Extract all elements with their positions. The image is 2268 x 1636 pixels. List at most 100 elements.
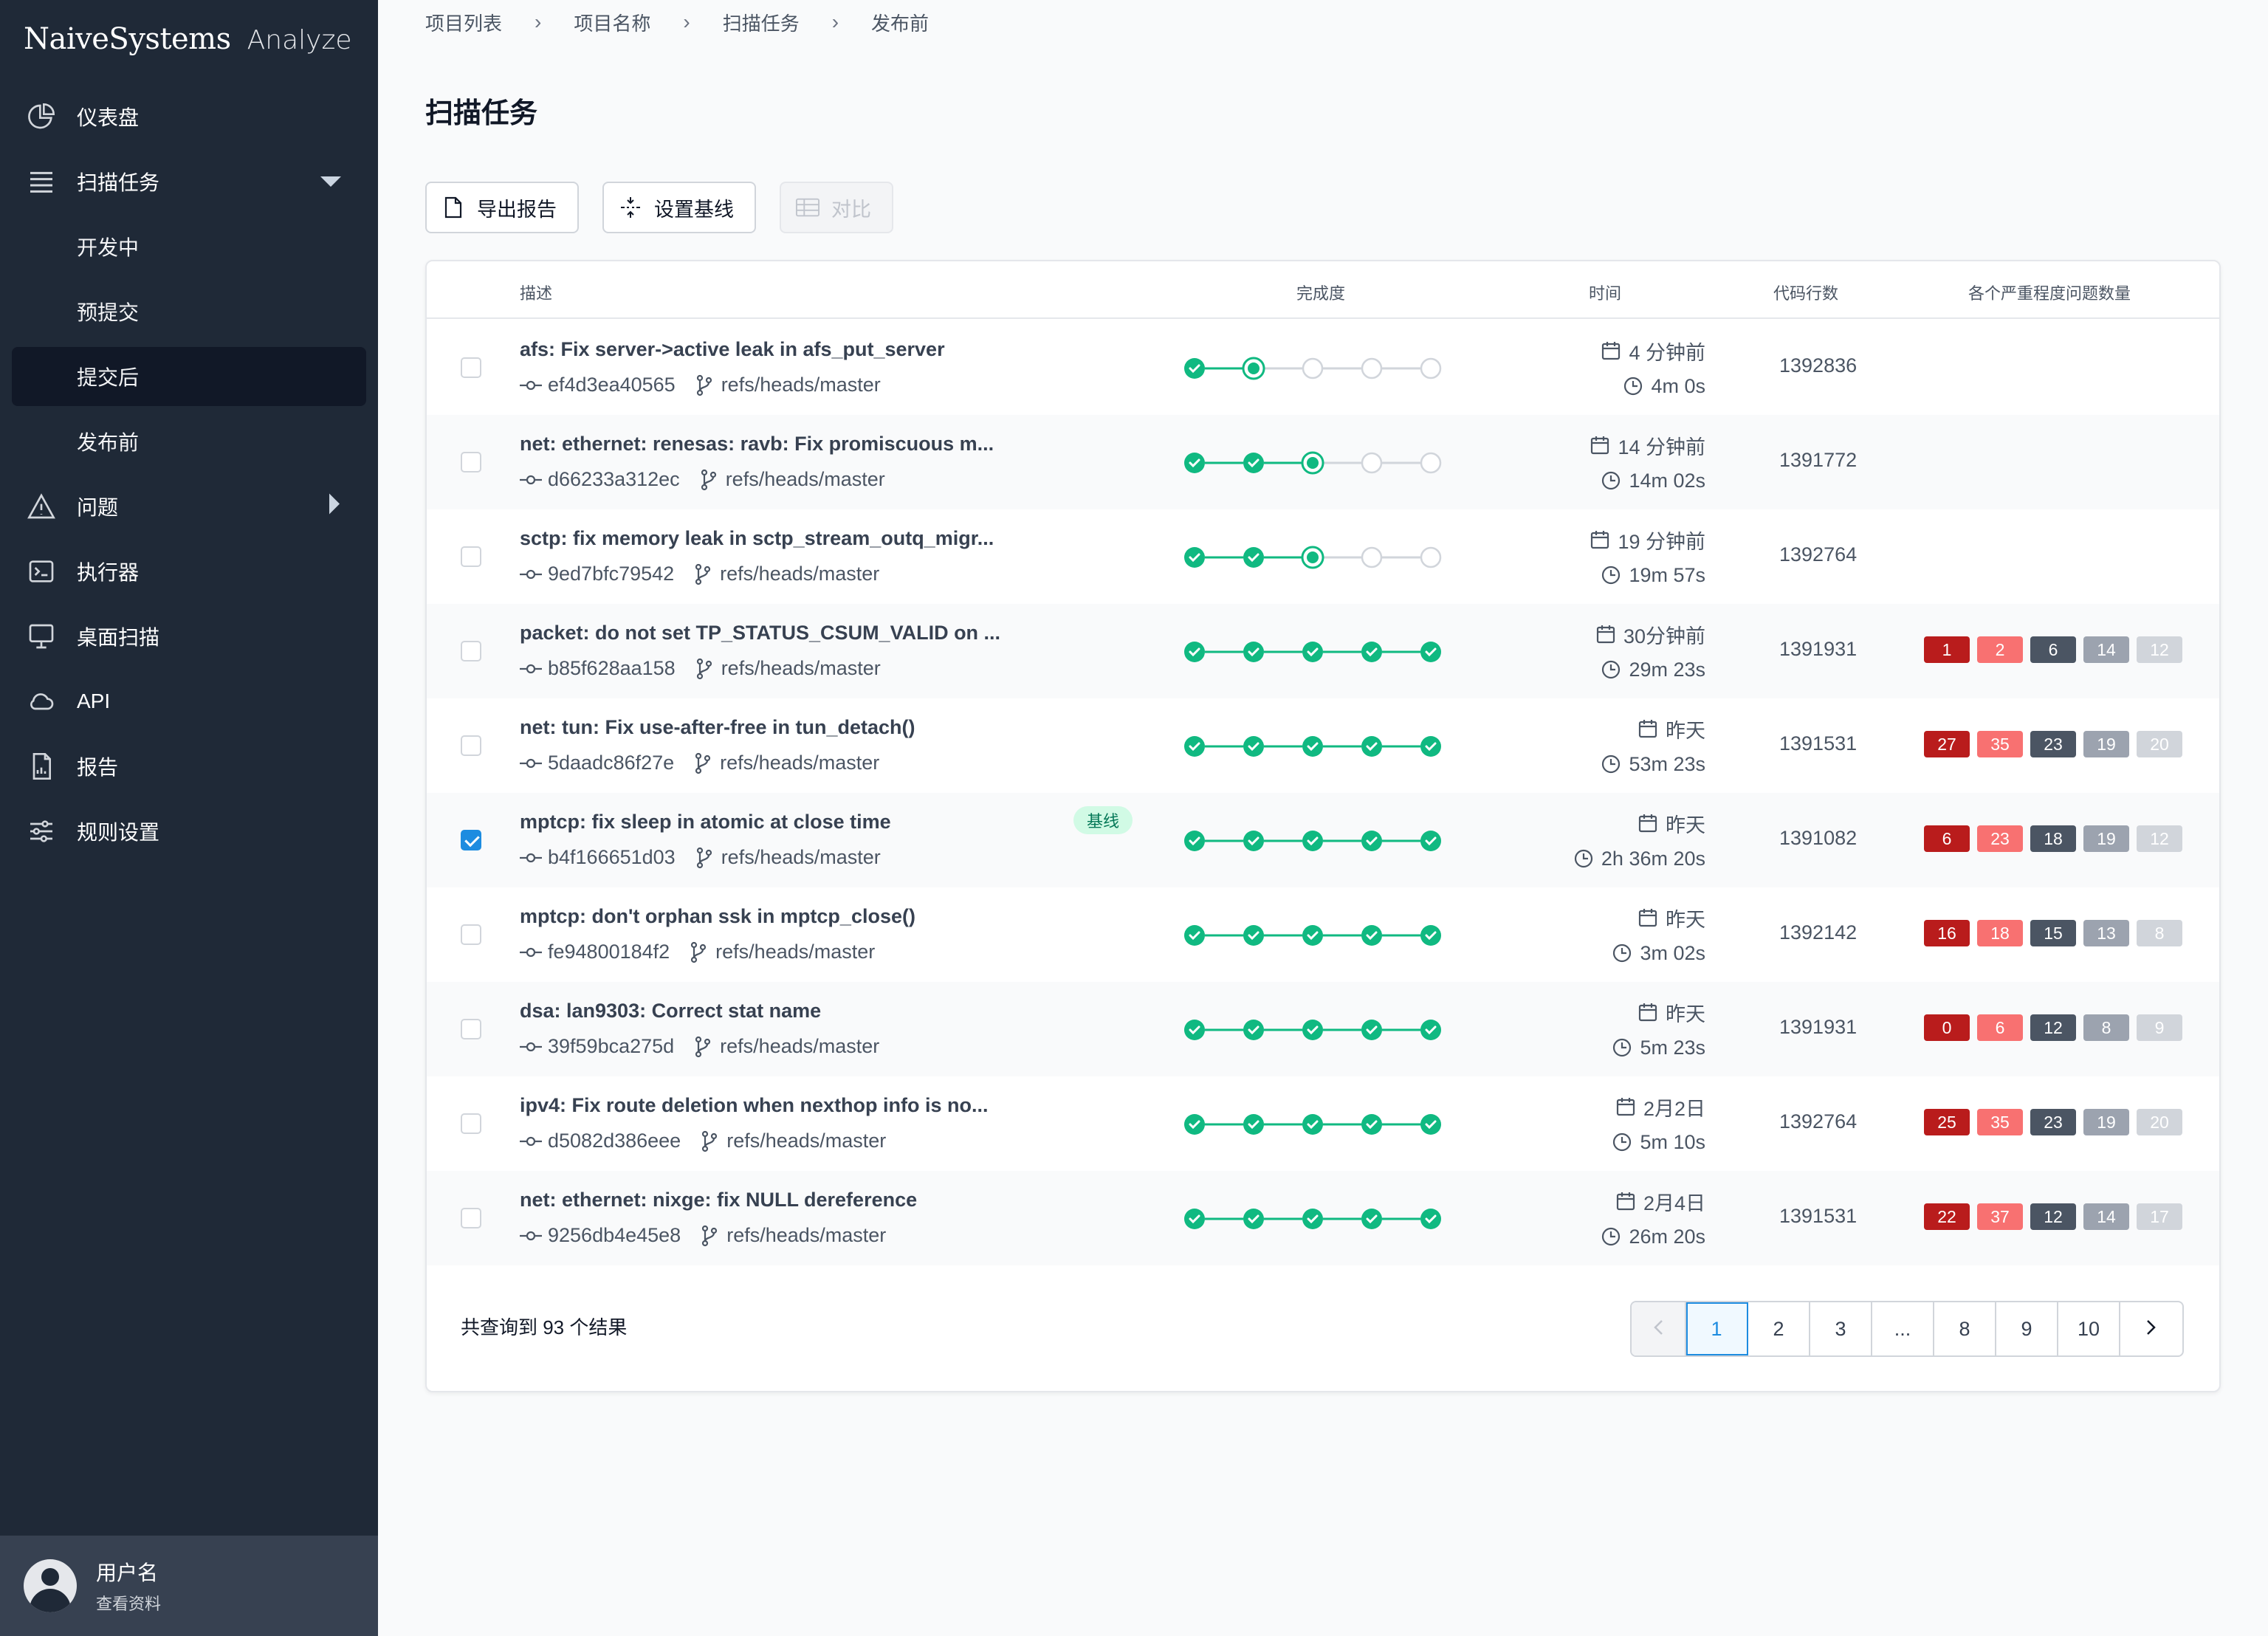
brand-logo[interactable]: NaiveSystems Analyze — [24, 22, 352, 66]
table-row[interactable]: net: tun: Fix use-after-free in tun_deta… — [427, 698, 2219, 793]
export-report-label: 导出报告 — [477, 198, 557, 221]
view-profile-link[interactable]: 查看资料 — [96, 1591, 161, 1615]
progress-step-pending — [1420, 452, 1442, 474]
task-title[interactable]: dsa: lan9303: Correct stat name — [520, 1000, 821, 1023]
column-header-progress: 完成度 — [1296, 284, 1346, 303]
row-checkbox[interactable] — [461, 641, 481, 661]
row-checkbox[interactable] — [461, 1208, 481, 1228]
row-checkbox[interactable] — [461, 452, 481, 472]
severity-badge: 19 — [2083, 1109, 2129, 1135]
row-checkbox[interactable] — [461, 1019, 481, 1039]
row-checkbox[interactable] — [461, 735, 481, 756]
page-ellipsis[interactable]: ... — [1872, 1302, 1934, 1355]
page-button[interactable]: 10 — [2058, 1302, 2120, 1355]
severity-badge: 2 — [1977, 636, 2023, 663]
sidebar-subitem-prerelease[interactable]: 发布前 — [0, 409, 378, 474]
severity-badge: 18 — [2030, 825, 2076, 852]
severity-badge: 25 — [1924, 1109, 1970, 1135]
task-title[interactable]: mptcp: fix sleep in atomic at close time — [520, 811, 891, 834]
brand-product: Analyze — [247, 25, 352, 55]
task-date: 2月4日 — [1643, 1192, 1705, 1214]
task-title[interactable]: net: ethernet: nixge: fix NULL dereferen… — [520, 1189, 917, 1211]
set-baseline-label: 设置基线 — [654, 198, 734, 221]
page-button[interactable]: 1 — [1686, 1302, 1748, 1355]
row-checkbox[interactable] — [461, 357, 481, 378]
task-date: 2月2日 — [1643, 1097, 1705, 1120]
task-title[interactable]: packet: do not set TP_STATUS_CSUM_VALID … — [520, 622, 1000, 645]
task-date: 4 分钟前 — [1629, 341, 1705, 364]
calendar-icon — [1595, 624, 1616, 645]
breadcrumb-item[interactable]: 扫描任务 — [723, 9, 800, 36]
breadcrumb-item[interactable]: 项目列表 — [425, 9, 502, 36]
progress-steps — [1184, 831, 1441, 851]
task-time: 昨天 5m 23s — [1612, 998, 1705, 1069]
page-button[interactable]: 2 — [1748, 1302, 1810, 1355]
sidebar-subitem-postcommit[interactable]: 提交后 — [12, 347, 366, 406]
task-title[interactable]: mptcp: don't orphan ssk in mptcp_close() — [520, 905, 915, 928]
commit-hash: 39f59bca275d — [548, 1035, 675, 1057]
task-duration: 5m 23s — [1640, 1036, 1705, 1059]
page-button[interactable]: 8 — [1934, 1302, 1996, 1355]
task-progress — [1183, 450, 1449, 475]
page-button[interactable]: 3 — [1810, 1302, 1872, 1355]
table-row[interactable]: net: ethernet: nixge: fix NULL dereferen… — [427, 1171, 2219, 1265]
sidebar-item-reports[interactable]: 报告 — [0, 734, 378, 799]
severity-counts: 22 37 12 14 17 — [1924, 1203, 2190, 1230]
severity-badge: 23 — [2030, 1109, 2076, 1135]
table-row[interactable]: mptcp: don't orphan ssk in mptcp_close()… — [427, 887, 2219, 982]
table-row[interactable]: net: ethernet: renesas: ravb: Fix promis… — [427, 415, 2219, 509]
pagination: 1 2 3... 8 9 10 — [1630, 1301, 2184, 1357]
compare-button[interactable]: 对比 — [780, 182, 893, 233]
table-row[interactable]: sctp: fix memory leak in sctp_stream_out… — [427, 509, 2219, 604]
row-checkbox[interactable] — [461, 1113, 481, 1134]
check-circle-icon — [1361, 642, 1382, 662]
task-title[interactable]: afs: Fix server->active leak in afs_put_… — [520, 338, 945, 361]
task-meta: b4f166651d03 refs/heads/master — [520, 846, 881, 869]
sidebar-item-label: 规则设置 — [77, 821, 160, 844]
prev-page-button[interactable] — [1632, 1302, 1686, 1355]
row-checkbox[interactable] — [461, 924, 481, 945]
task-title[interactable]: sctp: fix memory leak in sctp_stream_out… — [520, 527, 994, 550]
set-baseline-button[interactable]: 设置基线 — [602, 182, 756, 233]
table-row[interactable]: packet: do not set TP_STATUS_CSUM_VALID … — [427, 604, 2219, 698]
severity-badge: 18 — [1977, 920, 2023, 946]
task-time: 4 分钟前 4m 0s — [1601, 337, 1705, 408]
table-row[interactable]: mptcp: fix sleep in atomic at close time… — [427, 793, 2219, 887]
sidebar-item-dashboard[interactable]: 仪表盘 — [0, 84, 378, 149]
sidebar-item-scan-tasks[interactable]: 扫描任务 — [0, 149, 378, 214]
progress-steps — [1184, 925, 1441, 946]
next-page-button[interactable] — [2120, 1302, 2182, 1355]
task-date: 30分钟前 — [1623, 625, 1705, 647]
task-title[interactable]: ipv4: Fix route deletion when nexthop in… — [520, 1094, 989, 1117]
calendar-icon — [1590, 435, 1610, 456]
breadcrumb-item[interactable]: 发布前 — [871, 9, 929, 36]
sidebar-subitem-label: 预提交 — [77, 301, 140, 324]
clock-icon — [1601, 1226, 1621, 1247]
severity-counts: 25 35 23 19 20 — [1924, 1109, 2190, 1135]
table-row[interactable]: ipv4: Fix route deletion when nexthop in… — [427, 1076, 2219, 1171]
page-button[interactable]: 9 — [1996, 1302, 2058, 1355]
user-profile[interactable]: 用户名 查看资料 — [0, 1536, 378, 1636]
sidebar-item-api[interactable]: API — [0, 669, 378, 734]
sidebar-item-runners[interactable]: 执行器 — [0, 539, 378, 604]
table-row[interactable]: afs: Fix server->active leak in afs_put_… — [427, 320, 2219, 415]
clock-icon — [1623, 376, 1643, 396]
table-row[interactable]: dsa: lan9303: Correct stat name 39f59bca… — [427, 982, 2219, 1076]
calendar-icon — [1590, 529, 1610, 550]
sidebar-item-desktop-scan[interactable]: 桌面扫描 — [0, 604, 378, 669]
row-checkbox[interactable] — [461, 830, 481, 850]
task-title[interactable]: net: tun: Fix use-after-free in tun_deta… — [520, 716, 915, 739]
chevron-right-icon — [2146, 1318, 2157, 1341]
breadcrumb-item[interactable]: 项目名称 — [574, 9, 650, 36]
commit-hash: 5daadc86f27e — [548, 752, 675, 774]
commit-icon — [520, 1225, 542, 1247]
task-title[interactable]: net: ethernet: renesas: ravb: Fix promis… — [520, 433, 994, 456]
desktop-icon — [25, 620, 58, 653]
sidebar-subitem-precommit[interactable]: 预提交 — [0, 279, 378, 344]
export-report-button[interactable]: 导出报告 — [425, 182, 579, 233]
sidebar-nav: 仪表盘 扫描任务 开发中 预提交 提交后 发布前 问题 执行器 桌面扫描 API… — [0, 84, 378, 864]
row-checkbox[interactable] — [461, 546, 481, 567]
sidebar-item-issues[interactable]: 问题 — [0, 474, 378, 539]
sidebar-subitem-dev[interactable]: 开发中 — [0, 214, 378, 279]
sidebar-item-rule-settings[interactable]: 规则设置 — [0, 799, 378, 864]
